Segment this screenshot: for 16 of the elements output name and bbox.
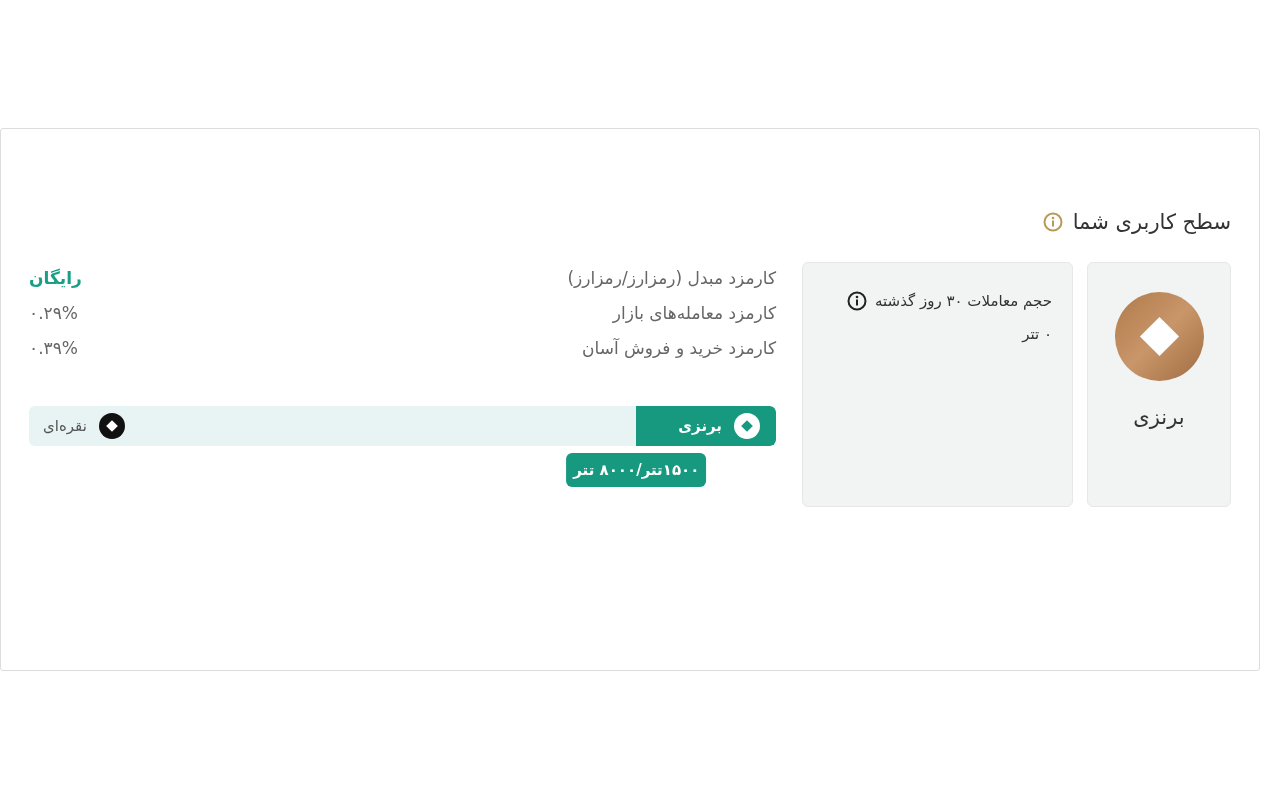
fee-value: ۰.۲۹% (29, 302, 78, 325)
volume-value: ۰ تتر (1022, 325, 1052, 343)
fee-value: ۰.۳۹% (29, 337, 78, 360)
fee-label: کارمزد معامله‌های بازار (612, 302, 776, 325)
fee-value: رایگان (29, 267, 82, 290)
level-name: برنزی (1133, 405, 1185, 429)
info-icon (1042, 212, 1063, 232)
info-icon (847, 291, 868, 311)
volume-label: حجم معاملات ۳۰ روز گذشته (875, 292, 1052, 310)
level-name: نقره‌ای (43, 417, 87, 435)
section-title: سطح کاربری شما (1072, 210, 1231, 234)
fee-label: کارمزد خرید و فروش آسان (582, 337, 776, 360)
progress-tooltip: ۱۵۰۰تتر/۸۰۰۰ تتر (566, 453, 707, 487)
fee-label: کارمزد مبدل (رمزارز/رمزارز) (567, 267, 776, 290)
level-name: برنزی (678, 417, 722, 435)
coin-icon (1114, 292, 1204, 381)
